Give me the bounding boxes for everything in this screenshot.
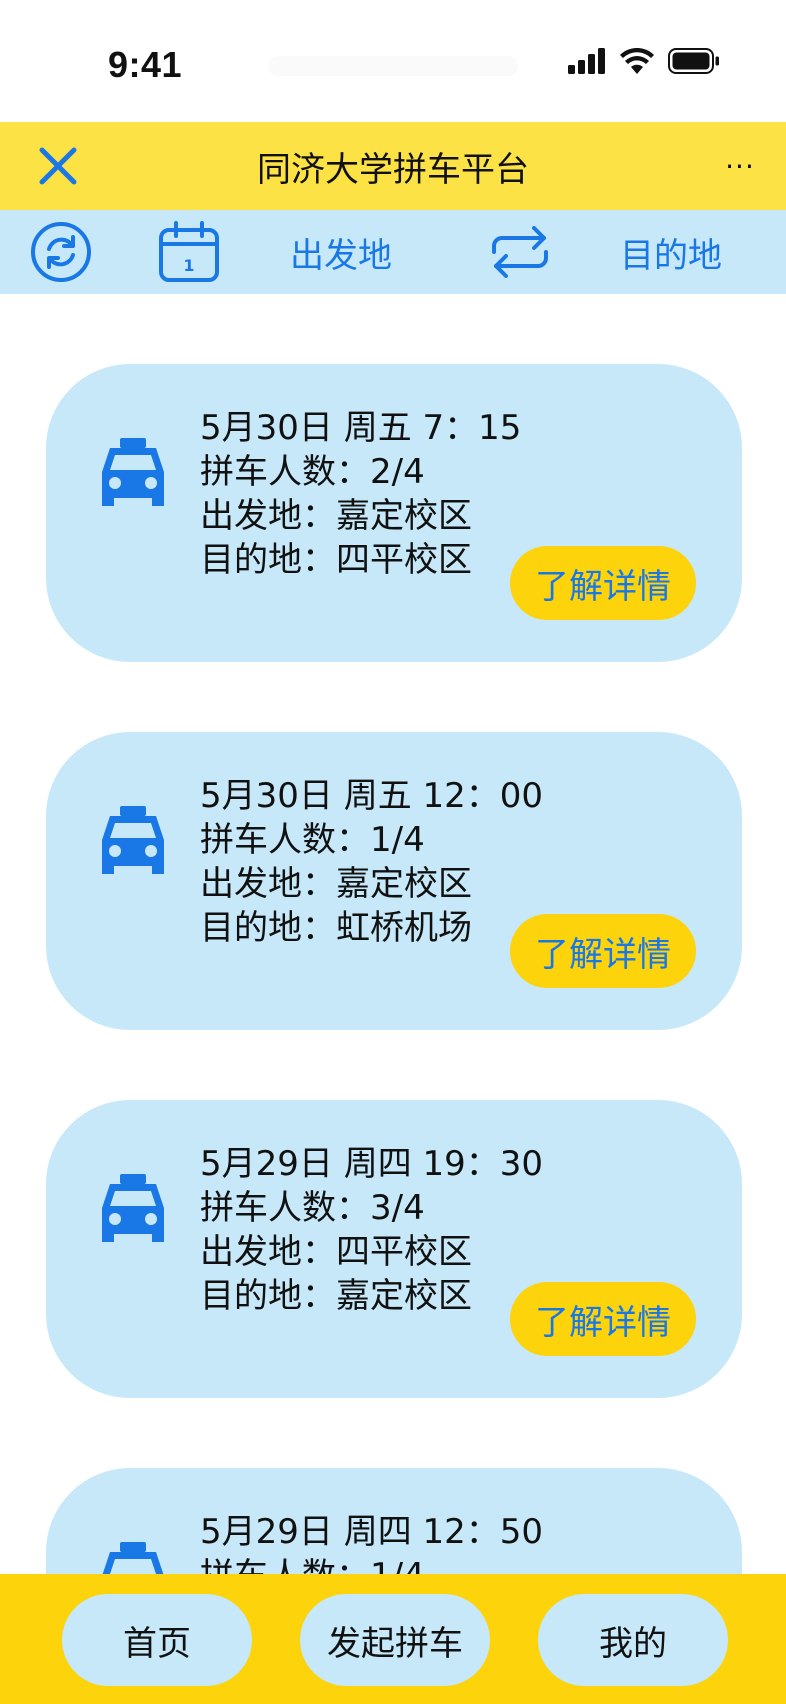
- ride-datetime: 5月29日 周四 19：30: [200, 1144, 544, 1184]
- calendar-icon: 1: [159, 221, 219, 282]
- filter-bar: 1 出发地 目的地: [0, 210, 786, 294]
- ride-card[interactable]: 5月29日 周四 19：30 拼车人数：3/4 出发地：四平校区 目的地：嘉定校…: [46, 1100, 742, 1398]
- details-button[interactable]: 了解详情: [510, 546, 696, 620]
- ride-from: 出发地：四平校区: [200, 1232, 472, 1272]
- ride-info: 5月30日 周五 7：15 拼车人数：2/4 出发地：嘉定校区 目的地：四平校区: [200, 406, 521, 582]
- status-bar: 9:41: [0, 0, 786, 122]
- taxi-icon: [102, 438, 164, 506]
- nav-start-ride-button[interactable]: 发起拼车: [300, 1594, 490, 1686]
- more-icon: ···: [725, 149, 755, 183]
- details-button[interactable]: 了解详情: [510, 914, 696, 988]
- ride-passengers: 拼车人数：3/4: [200, 1188, 425, 1228]
- wifi-icon: [620, 48, 654, 74]
- ride-to: 目的地：虹桥机场: [200, 908, 472, 948]
- ride-info: 5月30日 周五 12：00 拼车人数：1/4 出发地：嘉定校区 目的地：虹桥机…: [200, 774, 543, 950]
- ride-from: 出发地：嘉定校区: [200, 496, 472, 536]
- taxi-icon: [102, 1174, 164, 1242]
- ride-datetime: 5月30日 周五 12：00: [200, 776, 544, 816]
- departure-filter[interactable]: 出发地: [290, 210, 392, 294]
- refresh-icon: [31, 222, 91, 282]
- battery-icon: [668, 48, 719, 74]
- title-bar: 同济大学拼车平台 ···: [0, 122, 786, 210]
- status-time: 9:41: [108, 44, 183, 85]
- ride-card[interactable]: 5月30日 周五 12：00 拼车人数：1/4 出发地：嘉定校区 目的地：虹桥机…: [46, 732, 742, 1030]
- ride-to: 目的地：四平校区: [200, 540, 472, 580]
- signal-icon: [568, 48, 605, 74]
- ride-from: 出发地：嘉定校区: [200, 864, 472, 904]
- status-icons: [568, 48, 720, 74]
- ride-to: 目的地：嘉定校区: [200, 1276, 472, 1316]
- destination-filter[interactable]: 目的地: [620, 210, 722, 294]
- details-button[interactable]: 了解详情: [510, 1282, 696, 1356]
- calendar-day: 1: [183, 256, 194, 275]
- taxi-icon: [102, 806, 164, 874]
- swap-button[interactable]: [490, 210, 550, 294]
- ride-info: 5月29日 周四 19：30 拼车人数：3/4 出发地：四平校区 目的地：嘉定校…: [200, 1142, 543, 1318]
- destination-label: 目的地: [620, 235, 722, 276]
- dynamic-island: [268, 56, 518, 76]
- ride-passengers: 拼车人数：1/4: [200, 820, 425, 860]
- page-title: 同济大学拼车平台: [257, 150, 529, 190]
- ride-datetime: 5月29日 周四 12：50: [200, 1512, 544, 1552]
- ride-card[interactable]: 5月30日 周五 7：15 拼车人数：2/4 出发地：嘉定校区 目的地：四平校区…: [46, 364, 742, 662]
- bottom-nav: 首页 发起拼车 我的: [0, 1574, 786, 1704]
- swap-icon: [492, 226, 548, 278]
- date-picker-button[interactable]: 1: [158, 210, 220, 294]
- nav-home-button[interactable]: 首页: [62, 1594, 252, 1686]
- more-button[interactable]: ···: [720, 146, 760, 186]
- ride-passengers: 拼车人数：2/4: [200, 452, 425, 492]
- nav-mine-button[interactable]: 我的: [538, 1594, 728, 1686]
- departure-label: 出发地: [290, 235, 392, 276]
- ride-datetime: 5月30日 周五 7：15: [200, 408, 522, 448]
- refresh-button[interactable]: [30, 210, 92, 294]
